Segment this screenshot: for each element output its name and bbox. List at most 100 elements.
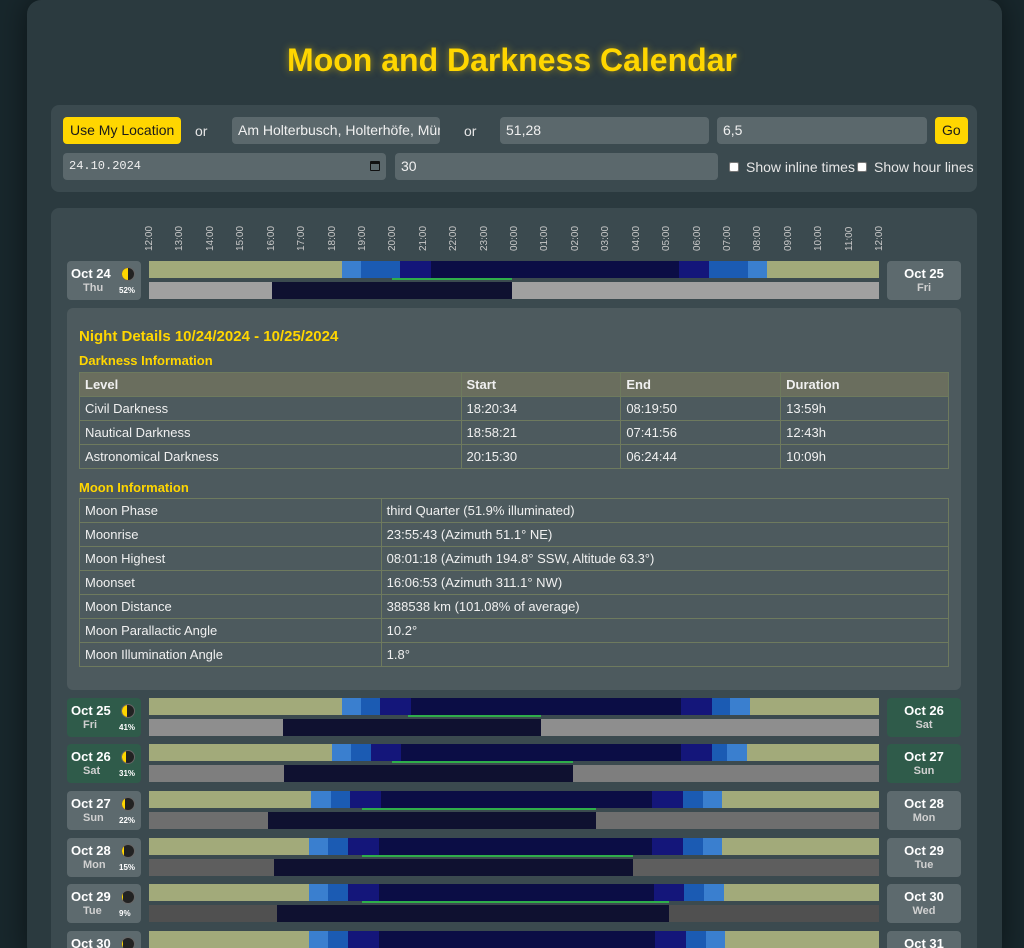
moon-phase-icon [121,704,135,718]
moon-cell: Moon Distance [79,594,382,619]
date-value: 24.10.2024 [69,159,142,173]
moon-phase-icon [121,797,135,811]
darkness-bar[interactable] [149,744,879,761]
day-weekday: Sat [915,719,933,731]
moon-cell: 23:55:43 (Azimuth 51.1° NE) [380,522,950,547]
day-box-end[interactable]: Oct 31Thu [887,931,961,948]
day-box-end[interactable]: Oct 30 Wed [887,884,961,923]
page-title: Moon and Darkness Calendar [287,42,737,78]
darkness-cell: Civil Darkness [79,396,462,421]
civil-twilight-segment [726,744,747,761]
day-box-end[interactable]: Oct 25 Fri [887,261,961,300]
moon-overlap-line [361,901,670,903]
day-box-end[interactable]: Oct 26 Sat [887,698,961,737]
go-button[interactable]: Go [935,117,968,144]
day-box-start[interactable]: Oct 29 Tue 9% [67,884,141,923]
nautical-twilight-segment [328,838,349,855]
moon-table: Moon Phase third Quarter (51.9% illuminat… [79,498,950,667]
moon-overlap-line [392,278,512,280]
moon-bar[interactable] [149,812,879,829]
civil-twilight-segment [341,698,361,715]
darkness-bar[interactable] [149,261,879,278]
or-label: or [195,123,208,139]
moon-heading: Moon Information [79,480,189,495]
astro-twilight-segment [678,261,709,278]
moon-illumination-percent: 52% [119,286,136,295]
nautical-twilight-segment [711,744,727,761]
darkness-bar[interactable] [149,698,879,715]
moon-phase-icon [121,750,135,764]
date-input[interactable]: 24.10.2024 [63,153,386,180]
civil-twilight-segment [704,884,724,901]
day-box-start[interactable]: Oct 26 Sat 31% [67,744,141,783]
checkbox-box[interactable] [729,162,739,172]
civil-twilight-segment [702,838,723,855]
moon-bar[interactable] [149,765,879,782]
nautical-twilight-segment [682,791,703,808]
hour-label: 00:00 [509,225,520,251]
nautical-twilight-segment [684,884,705,901]
hour-label: 22:00 [448,225,460,251]
day-box-end[interactable]: Oct 28 Mon [887,791,961,830]
moon-bar[interactable] [149,719,879,736]
darkness-column-header: Level [79,372,462,397]
checkbox-box[interactable] [857,162,867,172]
nautical-twilight-segment [330,791,351,808]
darkness-cell: 10:09h [780,444,949,469]
astro-twilight-segment [400,261,431,278]
moon-row: Moon Illumination Angle 1.8° [79,642,950,667]
show-hour-lines-checkbox[interactable]: Show hour lines [857,159,974,175]
moon-row: Moonrise 23:55:43 (Azimuth 51.1° NE) [79,522,950,547]
darkness-row: Nautical Darkness 18:58:21 07:41:56 12:43h [79,420,949,445]
moon-illumination-percent: 31% [119,769,136,778]
moon-bar[interactable] [149,282,879,299]
day-box-end[interactable]: Oct 29 Tue [887,838,961,877]
moon-lit-portion [122,845,124,857]
day-box-start[interactable]: Oct 25 Fri 41% [67,698,141,737]
days-input[interactable]: 30 [395,153,718,180]
show-inline-times-checkbox[interactable]: Show inline times [729,159,855,175]
night-details-title: Night Details 10/24/2024 - 10/25/2024 [79,328,339,345]
moon-bar[interactable] [149,859,879,876]
day-date: Oct 25 [904,266,944,281]
hour-label: 23:00 [478,225,490,251]
darkness-cell: 07:41:56 [620,420,782,445]
nautical-twilight-segment [351,744,372,761]
moon-bar[interactable] [149,905,879,922]
moon-row: Moon Distance 388538 km (101.08% of avera… [79,594,950,619]
darkness-bar[interactable] [149,931,879,948]
civil-twilight-segment [311,791,331,808]
nautical-twilight-segment [328,884,349,901]
hour-label: 20:00 [387,225,399,251]
day-box-end[interactable]: Oct 27 Sun [887,744,961,783]
use-my-location-button[interactable]: Use My Location [63,117,182,144]
darkness-bar[interactable] [149,838,879,855]
calendar-icon[interactable] [370,161,380,171]
hour-label: 06:00 [691,225,703,251]
latitude-input[interactable]: 51,28 [500,117,709,144]
day-box-start[interactable]: Oct 28 Mon 15% [67,838,141,877]
moon-lit-portion [122,751,126,763]
astronomical-darkness-segment [350,791,683,808]
hour-label: 01:00 [539,225,551,251]
day-date: Oct 27 [904,749,944,764]
longitude-input[interactable]: 6,5 [717,117,927,144]
day-date: Oct 26 [904,703,944,718]
nautical-twilight-segment [361,698,381,715]
darkness-bar[interactable] [149,791,879,808]
moon-illumination-percent: 9% [119,909,131,918]
moon-lit-portion [122,705,127,717]
astronomical-darkness-segment [348,884,685,901]
address-input[interactable]: Am Holterbusch, Holterhöfe, Münc [232,117,440,144]
moon-lit-portion [122,268,129,280]
moon-cell: Moon Parallactic Angle [79,618,382,643]
nautical-twilight-segment [361,261,401,278]
day-box-start[interactable]: Oct 30Wed [67,931,141,948]
day-box-start[interactable]: Oct 24 Thu 52% [67,261,141,300]
darkness-bar[interactable] [149,884,879,901]
day-box-start[interactable]: Oct 27 Sun 22% [67,791,141,830]
moon-up-segment [282,719,542,736]
day-weekday: Fri [916,282,932,294]
or-label-2: or [464,123,477,139]
darkness-cell: 06:24:44 [620,444,782,469]
